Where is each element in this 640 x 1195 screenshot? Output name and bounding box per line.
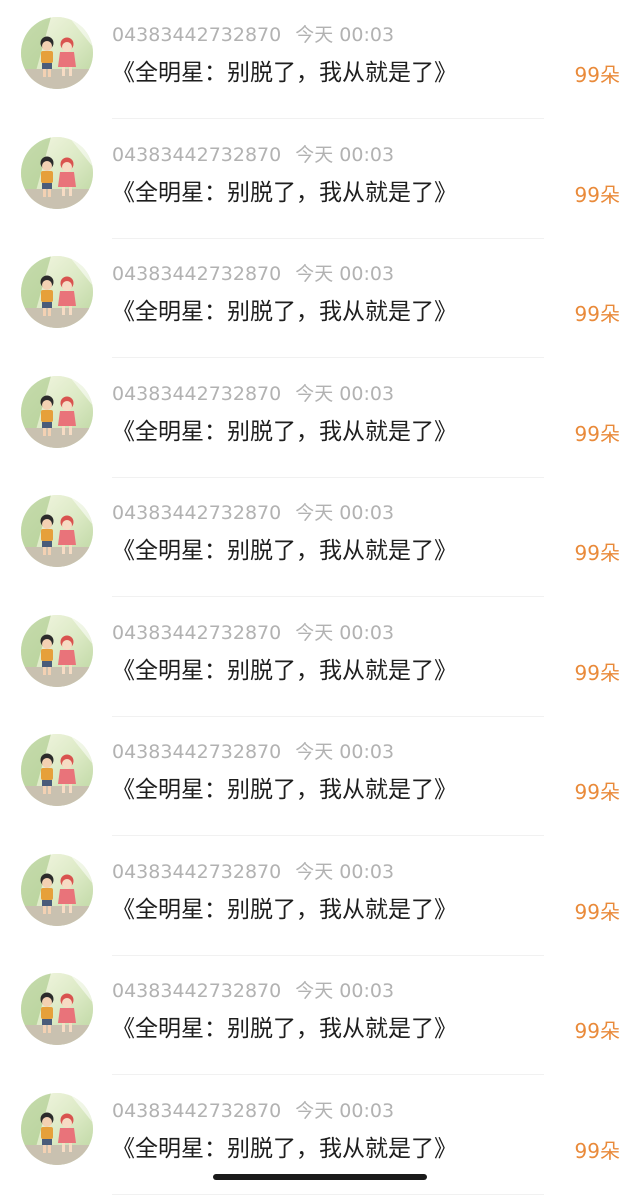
cartoon-children-avatar-icon xyxy=(21,734,93,806)
timestamp: 今天 00:03 xyxy=(295,741,395,763)
cartoon-children-avatar-icon xyxy=(21,614,93,687)
flower-count: 99朵 xyxy=(574,302,620,326)
timestamp: 今天 00:03 xyxy=(295,621,395,644)
item-meta: 04383442732870 今天 00:03 xyxy=(112,1098,394,1124)
gift-list: 04383442732870 今天 00:03 《全明星：别脱了，我从就是了》 9… xyxy=(0,0,640,1195)
item-meta: 04383442732870 今天 00:03 xyxy=(112,142,394,168)
avatar[interactable] xyxy=(21,375,93,448)
item-meta: 04383442732870 今天 00:03 xyxy=(112,859,394,885)
flower-count: 99朵 xyxy=(574,541,620,565)
item-title: 《全明星：别脱了，我从就是了》 xyxy=(112,896,457,923)
cartoon-children-avatar-icon xyxy=(21,136,93,209)
timestamp: 今天 00:03 xyxy=(295,263,395,285)
item-title: 《全明星：别脱了，我从就是了》 xyxy=(112,60,457,86)
list-item[interactable]: 04383442732870 今天 00:03 《全明星：别脱了，我从就是了》 9… xyxy=(0,717,640,836)
item-title: 《全明星：别脱了，我从就是了》 xyxy=(112,1016,457,1042)
item-meta: 04383442732870 今天 00:03 xyxy=(112,620,394,646)
avatar[interactable] xyxy=(21,614,93,687)
item-title: 《全明星：别脱了，我从就是了》 xyxy=(112,777,457,803)
timestamp: 今天 00:03 xyxy=(295,382,395,405)
timestamp: 今天 00:03 xyxy=(295,143,395,166)
item-title: 《全明星：别脱了，我从就是了》 xyxy=(112,299,457,325)
divider xyxy=(112,1193,544,1195)
item-title: 《全明星：别脱了，我从就是了》 xyxy=(112,179,457,206)
item-title: 《全明星：别脱了，我从就是了》 xyxy=(112,1135,457,1162)
cartoon-children-avatar-icon xyxy=(21,375,93,448)
cartoon-children-avatar-icon xyxy=(21,853,93,926)
cartoon-children-avatar-icon xyxy=(21,495,93,567)
user-id: 04383442732870 xyxy=(112,263,282,285)
avatar[interactable] xyxy=(21,136,93,209)
item-meta: 04383442732870 今天 00:03 xyxy=(112,500,394,526)
cartoon-children-avatar-icon xyxy=(21,973,93,1045)
user-id: 04383442732870 xyxy=(112,980,282,1002)
item-meta: 04383442732870 今天 00:03 xyxy=(112,381,394,407)
timestamp: 今天 00:03 xyxy=(295,502,395,524)
avatar[interactable] xyxy=(21,853,93,926)
user-id: 04383442732870 xyxy=(112,741,282,763)
cartoon-children-avatar-icon xyxy=(21,1092,93,1165)
item-title: 《全明星：别脱了，我从就是了》 xyxy=(112,657,457,684)
flower-count: 99朵 xyxy=(574,421,620,446)
flower-count: 99朵 xyxy=(574,780,620,804)
item-meta: 04383442732870 今天 00:03 xyxy=(112,261,394,287)
list-item[interactable]: 04383442732870 今天 00:03 《全明星：别脱了，我从就是了》 9… xyxy=(0,359,640,478)
user-id: 04383442732870 xyxy=(112,24,282,46)
user-id: 04383442732870 xyxy=(112,143,282,166)
avatar[interactable] xyxy=(21,256,93,328)
flower-count: 99朵 xyxy=(574,660,620,685)
user-id: 04383442732870 xyxy=(112,382,282,405)
timestamp: 今天 00:03 xyxy=(295,860,395,883)
list-item[interactable]: 04383442732870 今天 00:03 《全明星：别脱了，我从就是了》 9… xyxy=(0,0,640,119)
flower-count: 99朵 xyxy=(574,63,620,87)
flower-count: 99朵 xyxy=(574,1138,620,1163)
user-id: 04383442732870 xyxy=(112,502,282,524)
user-id: 04383442732870 xyxy=(112,860,282,883)
timestamp: 今天 00:03 xyxy=(295,980,395,1002)
item-meta: 04383442732870 今天 00:03 xyxy=(112,22,394,48)
list-item[interactable]: 04383442732870 今天 00:03 《全明星：别脱了，我从就是了》 9… xyxy=(0,239,640,358)
avatar[interactable] xyxy=(21,734,93,806)
avatar[interactable] xyxy=(21,17,93,89)
item-meta: 04383442732870 今天 00:03 xyxy=(112,739,394,765)
item-meta: 04383442732870 今天 00:03 xyxy=(112,978,394,1004)
cartoon-children-avatar-icon xyxy=(21,17,93,89)
avatar[interactable] xyxy=(21,1092,93,1165)
timestamp: 今天 00:03 xyxy=(295,24,395,46)
user-id: 04383442732870 xyxy=(112,621,282,644)
flower-count: 99朵 xyxy=(574,182,620,207)
list-item[interactable]: 04383442732870 今天 00:03 《全明星：别脱了，我从就是了》 9… xyxy=(0,120,640,239)
list-item[interactable]: 04383442732870 今天 00:03 《全明星：别脱了，我从就是了》 9… xyxy=(0,837,640,956)
user-id: 04383442732870 xyxy=(112,1099,282,1122)
list-item[interactable]: 04383442732870 今天 00:03 《全明星：别脱了，我从就是了》 9… xyxy=(0,478,640,597)
item-title: 《全明星：别脱了，我从就是了》 xyxy=(112,418,457,445)
flower-count: 99朵 xyxy=(574,899,620,924)
list-item[interactable]: 04383442732870 今天 00:03 《全明星：别脱了，我从就是了》 9… xyxy=(0,956,640,1075)
cartoon-children-avatar-icon xyxy=(21,256,93,328)
item-title: 《全明星：别脱了，我从就是了》 xyxy=(112,538,457,564)
list-item[interactable]: 04383442732870 今天 00:03 《全明星：别脱了，我从就是了》 9… xyxy=(0,598,640,717)
timestamp: 今天 00:03 xyxy=(295,1099,395,1122)
home-indicator[interactable] xyxy=(213,1174,427,1180)
flower-count: 99朵 xyxy=(574,1019,620,1043)
avatar[interactable] xyxy=(21,495,93,567)
avatar[interactable] xyxy=(21,973,93,1045)
